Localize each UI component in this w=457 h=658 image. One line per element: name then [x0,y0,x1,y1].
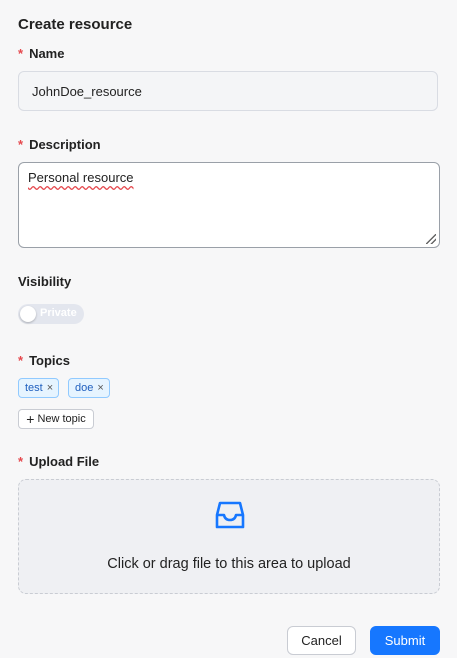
description-label-text: Description [29,137,101,152]
new-topic-label: New topic [37,413,86,425]
inbox-icon [215,501,245,529]
name-label-text: Name [29,46,65,61]
plus-icon: + [26,411,35,427]
topic-tag-text: test [25,382,43,394]
visibility-label: Visibility [18,274,72,289]
required-mark: * [18,46,24,61]
toggle-knob [20,306,36,322]
description-label: * Description [18,137,101,152]
topics-label-text: Topics [29,353,70,368]
required-mark: * [18,353,24,368]
form-title: Create resource [18,16,133,33]
topic-tag: doe × [68,378,110,398]
close-icon[interactable]: × [97,382,103,394]
topics-label: * Topics [18,353,70,368]
description-textarea[interactable]: Personal resource [18,162,440,248]
new-topic-button[interactable]: + New topic [18,409,94,429]
required-mark: * [18,137,24,152]
name-input-value: JohnDoe_resource [32,83,142,99]
resize-handle-icon[interactable] [426,234,436,244]
name-input[interactable]: JohnDoe_resource [18,71,438,111]
required-mark: * [18,454,24,469]
submit-button[interactable]: Submit [370,626,440,655]
cancel-button[interactable]: Cancel [287,626,356,655]
visibility-toggle[interactable]: Private [18,304,84,324]
close-icon[interactable]: × [47,382,53,394]
upload-hint: Click or drag file to this area to uploa… [107,556,351,572]
upload-label: * Upload File [18,454,99,469]
upload-dropzone[interactable]: Click or drag file to this area to uploa… [18,479,440,594]
topic-tag: test × [18,378,60,398]
name-label: * Name [18,46,64,61]
upload-label-text: Upload File [29,454,100,469]
toggle-text: Private [40,307,77,319]
topic-tag-text: doe [75,382,94,394]
description-value: Personal resource [28,170,134,185]
